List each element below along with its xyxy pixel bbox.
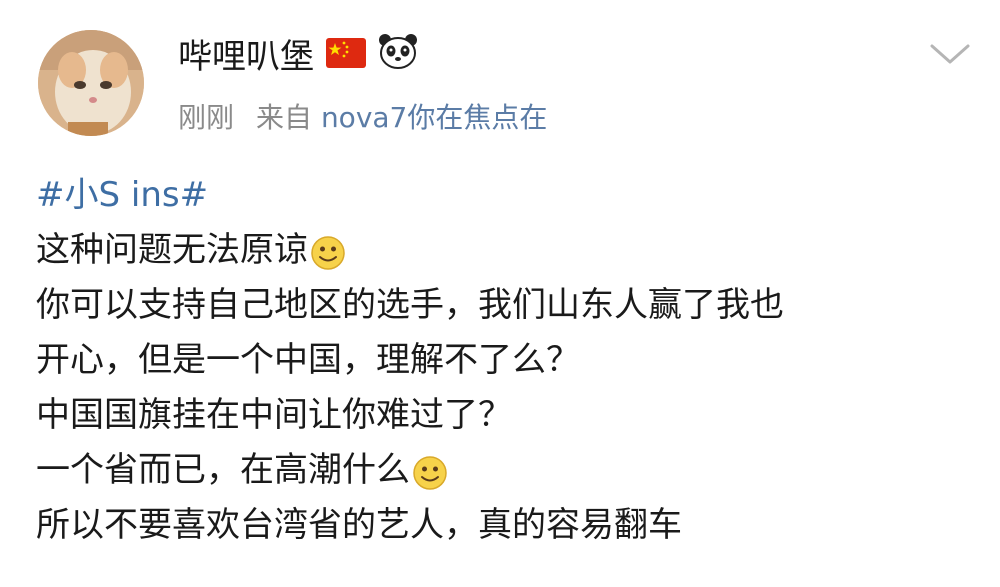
avatar[interactable] <box>38 30 144 136</box>
content-line: 开心，但是一个中国，理解不了么？ <box>36 333 976 388</box>
cat-avatar-icon <box>38 30 144 136</box>
content-text: 开心，但是一个中国，理解不了么？ <box>36 340 580 380</box>
hashtag-line: #小S ins# <box>36 168 976 223</box>
chevron-down-icon[interactable] <box>926 36 974 72</box>
content-line: 这种问题无法原谅 <box>36 223 976 278</box>
post-content: #小S ins# 这种问题无法原谅 你可以支持自己地区的选手，我们山东人赢了我也… <box>36 168 976 553</box>
smile-emoji-icon <box>412 453 448 490</box>
source-prefix: 来自 <box>256 101 313 134</box>
username[interactable]: 哔哩叭堡 <box>178 35 314 79</box>
content-line: 你可以支持自己地区的选手，我们山东人赢了我也 <box>36 278 976 333</box>
content-text: 所以不要喜欢台湾省的艺人，真的容易翻车 <box>36 505 682 545</box>
china-flag-icon <box>326 35 366 79</box>
content-text: 中国国旗挂在中间让你难过了？ <box>36 395 512 435</box>
source-device[interactable]: nova7你在焦点在 <box>321 101 547 134</box>
smile-emoji-icon <box>310 233 346 270</box>
content-text: 你可以支持自己地区的选手，我们山东人赢了我也 <box>36 285 784 325</box>
content-line: 一个省而已，在高潮什么 <box>36 443 976 498</box>
weibo-post: 哔哩叭堡 刚刚 来自 nova7你在焦点在 #小S ins# 这种问题无法原谅 … <box>0 0 1000 587</box>
hashtag-link[interactable]: #小S ins# <box>36 168 208 223</box>
post-meta: 刚刚 来自 nova7你在焦点在 <box>178 100 547 136</box>
post-time: 刚刚 <box>178 101 235 134</box>
content-text: 这种问题无法原谅 <box>36 230 308 270</box>
content-text: 一个省而已，在高潮什么 <box>36 450 410 490</box>
username-row: 哔哩叭堡 <box>178 33 418 80</box>
content-line: 中国国旗挂在中间让你难过了？ <box>36 388 976 443</box>
content-line: 所以不要喜欢台湾省的艺人，真的容易翻车 <box>36 498 976 553</box>
panda-icon <box>378 33 418 80</box>
